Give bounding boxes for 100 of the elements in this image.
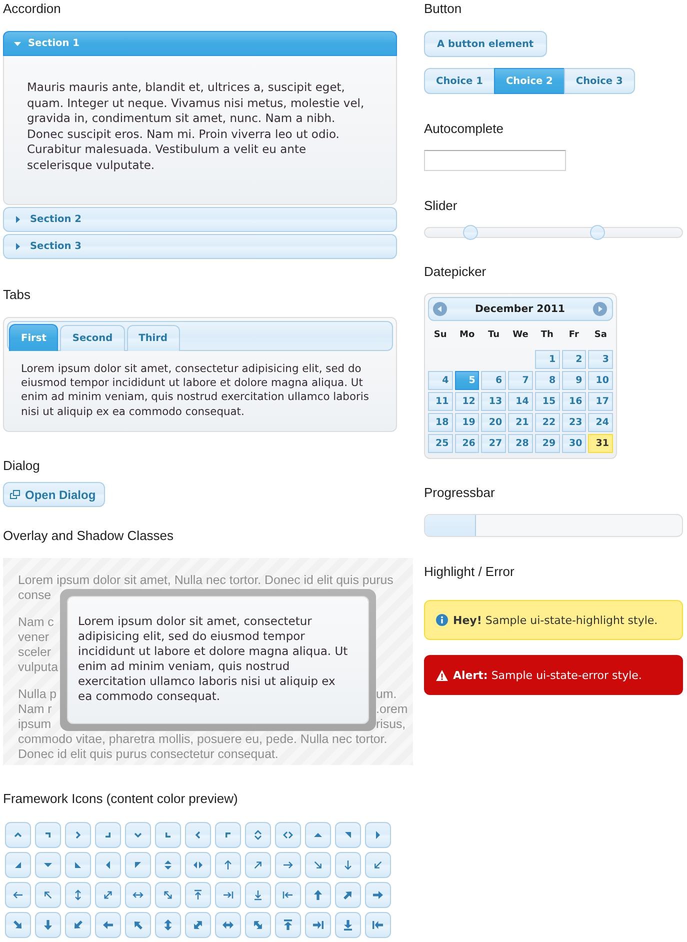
- day-cell[interactable]: 2: [562, 350, 586, 369]
- day-cell[interactable]: 17: [588, 392, 613, 411]
- day-cell[interactable]: 18: [428, 413, 453, 432]
- day-cell[interactable]: 24: [588, 413, 613, 432]
- window-icon: [10, 490, 20, 499]
- weekday-label: Tu: [488, 328, 500, 340]
- choice-button[interactable]: Choice 1: [424, 68, 495, 94]
- arrow-down-right-icon: [305, 852, 331, 878]
- thick-arrow-up-icon: [305, 882, 331, 908]
- day-cell[interactable]: 9: [562, 371, 586, 390]
- overlay-text: conse: [18, 588, 52, 603]
- weekday-label: Sa: [594, 328, 607, 340]
- message-text: Alert: Sample ui-state-error style.: [453, 668, 642, 682]
- day-cell[interactable]: 15: [534, 392, 560, 411]
- thick-arrow-down-icon: [35, 912, 61, 938]
- warning-icon: [436, 670, 448, 680]
- triangle-right-icon: [365, 822, 391, 848]
- overlay-text: sceler: [18, 645, 52, 660]
- thick-arrow-left-right-icon: [215, 912, 241, 938]
- overlay-text: Donec id elit quis purus consectetur consequat.: [18, 747, 278, 762]
- overlay-text: Nulla p: [18, 687, 57, 702]
- day-cell[interactable]: 7: [508, 371, 533, 390]
- circle-triangle-right-icon[interactable]: [593, 302, 607, 316]
- choice-button[interactable]: Choice 2: [494, 68, 565, 94]
- day-cell[interactable]: 21: [508, 413, 533, 432]
- autocomplete-field[interactable]: [424, 150, 566, 171]
- arrow-right-to-bar-icon: [215, 882, 241, 908]
- triangle-right-icon: [16, 243, 20, 250]
- day-cell[interactable]: 26: [454, 434, 480, 453]
- corner-caret-icon: [215, 822, 241, 848]
- day-cell[interactable]: 14: [508, 392, 533, 411]
- section-heading: Framework Icons (content color preview): [3, 790, 238, 808]
- overlay-text: um.: [376, 687, 397, 702]
- day-cell[interactable]: 4: [428, 371, 453, 390]
- thick-arrow-down-left-icon: [65, 912, 91, 938]
- day-cell[interactable]: 10: [588, 371, 613, 390]
- day-cell[interactable]: 29: [534, 434, 560, 453]
- overlay-text: vulputa: [18, 660, 58, 675]
- circle-triangle-left-icon[interactable]: [433, 302, 447, 316]
- accordion-header[interactable]: Section 3: [3, 234, 397, 259]
- info-icon: [436, 614, 448, 626]
- thick-arrow-up-down-icon: [155, 912, 181, 938]
- caret-left-icon: [185, 822, 211, 848]
- day-cell[interactable]: 31: [588, 434, 613, 453]
- section-heading: Overlay and Shadow Classes: [3, 527, 174, 545]
- day-cell[interactable]: 11: [428, 392, 453, 411]
- day-cell[interactable]: 8: [534, 371, 560, 390]
- overlay-text: Nam r: [18, 702, 52, 717]
- day-cell[interactable]: 27: [481, 434, 506, 453]
- overlay-text: .orem: [376, 702, 408, 717]
- day-cell[interactable]: 25: [428, 434, 453, 453]
- overlay-text: risus,: [376, 717, 406, 732]
- slider-handle[interactable]: [463, 225, 478, 240]
- day-cell[interactable]: 22: [534, 413, 560, 432]
- thick-arrow-right-to-bar-icon: [305, 912, 331, 938]
- caret-left-right-icon: [275, 822, 301, 848]
- section-heading: Autocomplete: [424, 120, 504, 138]
- section-heading: Button: [424, 0, 462, 18]
- section-heading: Dialog: [3, 457, 40, 475]
- day-cell[interactable]: 23: [562, 413, 586, 432]
- thick-arrow-left-to-bar-icon: [365, 912, 391, 938]
- arrow-down-to-bar-icon: [245, 882, 271, 908]
- thick-arrow-down-to-bar-icon: [335, 912, 361, 938]
- arrow-up-icon: [215, 852, 241, 878]
- weekday-label: We: [512, 328, 528, 340]
- day-cell[interactable]: 1: [534, 350, 560, 369]
- weekday-label: Mo: [459, 328, 475, 340]
- thick-arrow-right-icon: [365, 882, 391, 908]
- day-cell[interactable]: 12: [454, 392, 480, 411]
- tab[interactable]: First: [9, 324, 58, 351]
- day-cell[interactable]: 6: [481, 371, 506, 390]
- arrow-up-to-bar-icon: [185, 882, 211, 908]
- day-cell[interactable]: 20: [481, 413, 506, 432]
- overlay-text: ipsum: [18, 717, 52, 732]
- demo-button[interactable]: A button element: [424, 31, 547, 57]
- accordion-header[interactable]: Section 1: [3, 31, 397, 56]
- tab[interactable]: Third: [126, 325, 180, 351]
- arrow-right-icon: [275, 852, 301, 878]
- open-dialog-button[interactable]: Open Dialog: [3, 482, 105, 507]
- day-cell[interactable]: 13: [481, 392, 506, 411]
- slider-handle[interactable]: [590, 225, 606, 240]
- day-cell[interactable]: 30: [562, 434, 586, 453]
- section-heading: Datepicker: [424, 263, 486, 281]
- choice-button[interactable]: Choice 3: [564, 68, 635, 94]
- overlay-text: Nam c: [18, 615, 54, 630]
- overlay-text: commodo vitae, pharetra mollis, posuere eu, pede. Nulla nec tortor.: [18, 732, 388, 747]
- day-cell[interactable]: 3: [588, 350, 613, 369]
- caret-up-down-icon: [245, 822, 271, 848]
- accordion-header[interactable]: Section 2: [3, 207, 397, 232]
- section-heading: Slider: [424, 197, 458, 215]
- triangle-right-icon: [16, 216, 20, 223]
- triangle-left-icon: [95, 852, 121, 878]
- day-cell[interactable]: 5: [454, 371, 480, 390]
- day-cell[interactable]: 16: [562, 392, 586, 411]
- thick-arrow-up-left-icon: [125, 912, 151, 938]
- slider-track[interactable]: [424, 225, 683, 240]
- tab[interactable]: Second: [60, 325, 125, 351]
- day-cell[interactable]: 28: [508, 434, 533, 453]
- caret-right-icon: [65, 822, 91, 848]
- day-cell[interactable]: 19: [454, 413, 480, 432]
